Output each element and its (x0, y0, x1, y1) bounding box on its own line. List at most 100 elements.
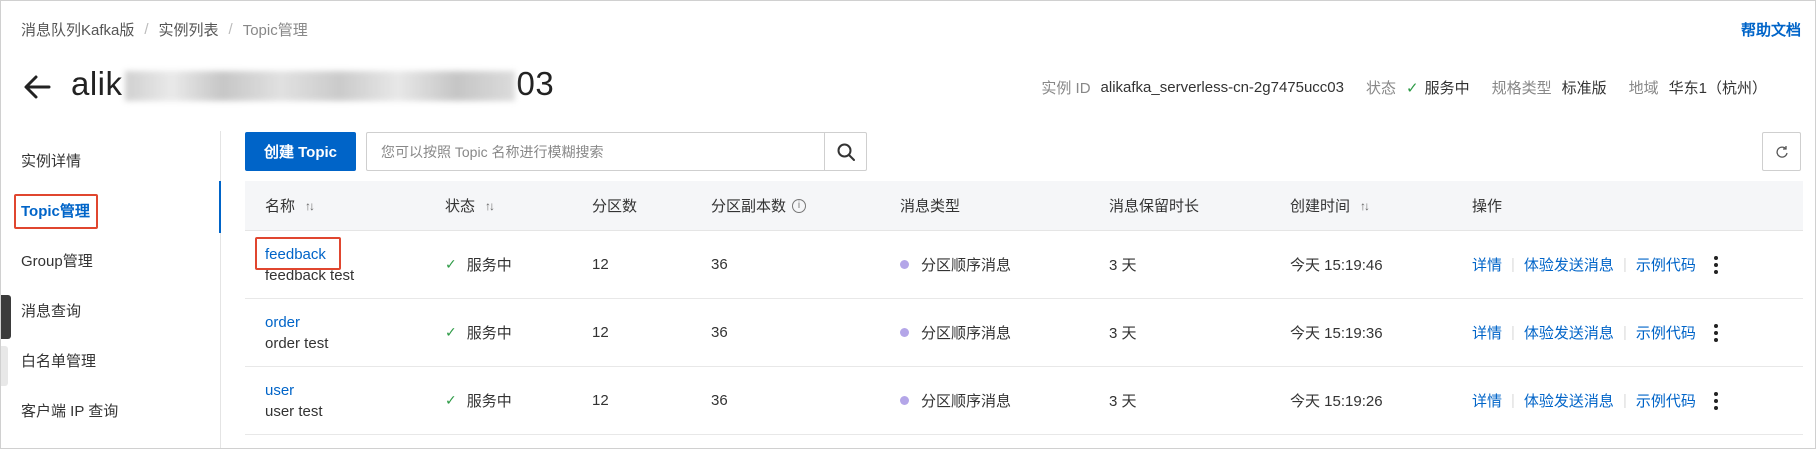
table-row: feedback feedback test ✓ 服务中 12 36 分区顺序消息… (245, 231, 1803, 299)
table-row: user user test ✓ 服务中 12 36 分区顺序消息 3 天 今天 … (245, 367, 1803, 435)
table-row: order order test ✓ 服务中 12 36 分区顺序消息 3 天 今… (245, 299, 1803, 367)
breadcrumb-separator: / (144, 21, 149, 38)
topic-description: order test (265, 334, 329, 352)
sidebar-item-group-management[interactable]: Group管理 (21, 250, 93, 271)
created-cell: 今天 15:19:26 (1290, 393, 1383, 410)
details-link[interactable]: 详情 (1472, 322, 1502, 343)
help-docs-link[interactable]: 帮助文档 (1741, 19, 1801, 40)
check-icon: ✓ (445, 256, 457, 272)
message-type-cell: 分区顺序消息 (900, 231, 1011, 298)
message-type-cell: 分区顺序消息 (900, 367, 1011, 434)
refresh-icon (1775, 145, 1788, 158)
header-status[interactable]: 状态 ↑↓ (445, 181, 495, 230)
status-cell: ✓ 服务中 (445, 367, 512, 434)
actions-cell: 详情 | 体验发送消息 | 示例代码 (1472, 231, 1718, 298)
back-arrow-icon[interactable] (21, 71, 53, 103)
breadcrumb-item-current: Topic管理 (242, 22, 308, 39)
sidebar-item-instance-details[interactable]: 实例详情 (21, 150, 81, 171)
status-text: 服务中 (466, 393, 512, 410)
type-dot-icon (900, 328, 909, 337)
sidebar-item-client-ip-query[interactable]: 客户端 IP 查询 (21, 400, 118, 421)
sample-code-link[interactable]: 示例代码 (1636, 254, 1696, 275)
create-topic-button[interactable]: 创建 Topic (245, 132, 356, 171)
retention-cell: 3 天 (1109, 257, 1137, 274)
redacted-title (124, 71, 515, 102)
header-name[interactable]: 名称 ↑↓ (265, 181, 315, 230)
instance-id-label: 实例 ID (1041, 80, 1091, 97)
sidebar-collapse-handle[interactable] (1, 295, 11, 339)
status-cell: ✓ 服务中 (445, 299, 512, 366)
retention-cell: 3 天 (1109, 325, 1137, 342)
check-icon: ✓ (445, 324, 457, 340)
action-divider: | (1511, 392, 1515, 409)
status-text: 服务中 (466, 325, 512, 342)
details-link[interactable]: 详情 (1472, 390, 1502, 411)
spec-value: 标准版 (1561, 80, 1607, 97)
page-title: alik 03 (71, 65, 554, 103)
partitions-cell: 12 (592, 324, 609, 341)
status-cell: ✓ 服务中 (445, 231, 512, 298)
sample-code-link[interactable]: 示例代码 (1636, 322, 1696, 343)
sidebar-item-whitelist[interactable]: 白名单管理 (21, 350, 96, 371)
header-partitions: 分区数 (592, 198, 638, 215)
search-icon (837, 143, 855, 161)
topic-name-cell: feedback feedback test (265, 231, 354, 298)
sidebar-item-topic-management[interactable]: Topic管理 (21, 200, 90, 221)
search-button[interactable] (824, 133, 866, 170)
search-box (366, 132, 867, 171)
header-retention: 消息保留时长 (1109, 198, 1200, 215)
status-text: 服务中 (466, 257, 512, 274)
refresh-button[interactable] (1762, 132, 1801, 171)
topic-description: user test (265, 402, 323, 420)
details-link[interactable]: 详情 (1472, 254, 1502, 275)
topic-name-link[interactable]: feedback (265, 246, 326, 263)
region-value: 华东1（杭州） (1668, 80, 1767, 97)
sample-code-link[interactable]: 示例代码 (1636, 390, 1696, 411)
instance-id-value: alikafka_serverless-cn-2g7475ucc03 (1100, 79, 1344, 96)
more-icon[interactable] (1713, 323, 1718, 342)
topic-name-cell: order order test (265, 299, 328, 366)
check-icon: ✓ (1406, 79, 1419, 97)
header-actions: 操作 (1472, 198, 1503, 215)
action-divider: | (1511, 256, 1515, 273)
more-icon[interactable] (1713, 255, 1718, 274)
header-replicas-label: 分区副本数 (711, 198, 787, 215)
sidebar-secondary-handle[interactable] (1, 346, 8, 386)
action-divider: | (1622, 256, 1627, 273)
message-type-text: 分区顺序消息 (921, 393, 1012, 410)
more-icon[interactable] (1713, 391, 1718, 410)
type-dot-icon (900, 260, 909, 269)
region-label: 地域 (1628, 80, 1659, 97)
action-divider: | (1622, 324, 1627, 341)
console-frame: 消息队列Kafka版 / 实例列表 / Topic管理 帮助文档 alik 03 … (0, 0, 1816, 449)
sort-icon[interactable]: ↑↓ (485, 199, 495, 213)
send-test-message-link[interactable]: 体验发送消息 (1524, 390, 1614, 411)
sidebar-active-indicator (219, 181, 221, 233)
sidebar-item-message-query[interactable]: 消息查询 (21, 300, 81, 321)
header-message-type: 消息类型 (900, 198, 961, 215)
info-icon[interactable]: i (792, 198, 807, 213)
topic-name-cell: user user test (265, 367, 323, 434)
send-test-message-link[interactable]: 体验发送消息 (1524, 322, 1614, 343)
header-created[interactable]: 创建时间 ↑↓ (1290, 181, 1370, 230)
header-status-label: 状态 (445, 198, 476, 215)
message-type-text: 分区顺序消息 (921, 325, 1012, 342)
header-name-label: 名称 (265, 198, 296, 215)
sort-icon[interactable]: ↑↓ (1360, 199, 1370, 213)
replicas-cell: 36 (711, 392, 728, 409)
instance-meta: 实例 ID alikafka_serverless-cn-2g7475ucc03… (1041, 77, 1767, 98)
message-type-cell: 分区顺序消息 (900, 299, 1011, 366)
topic-table: 名称 ↑↓ 状态 ↑↓ 分区数 分区副本数 i 消息类型 消息保留时长 创建时间… (245, 181, 1803, 435)
breadcrumb-item-kafka[interactable]: 消息队列Kafka版 (21, 19, 134, 40)
send-test-message-link[interactable]: 体验发送消息 (1524, 254, 1614, 275)
topic-name-link[interactable]: order (265, 314, 300, 331)
created-cell: 今天 15:19:46 (1290, 257, 1383, 274)
replicas-cell: 36 (711, 256, 728, 273)
search-input[interactable] (367, 133, 824, 170)
sort-icon[interactable]: ↑↓ (305, 199, 315, 213)
created-cell: 今天 15:19:36 (1290, 325, 1383, 342)
breadcrumb-item-instances[interactable]: 实例列表 (159, 19, 219, 40)
action-divider: | (1622, 392, 1627, 409)
topic-name-link[interactable]: user (265, 382, 294, 399)
retention-cell: 3 天 (1109, 393, 1137, 410)
